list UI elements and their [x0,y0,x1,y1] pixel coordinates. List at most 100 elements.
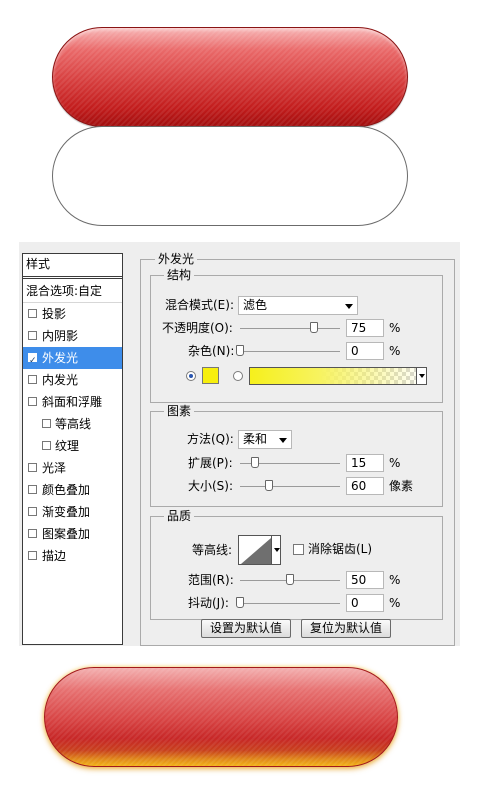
technique-select[interactable]: 柔和 [238,430,292,449]
style-item-color-overlay[interactable]: 颜色叠加 [23,479,122,501]
gradient-dropdown-button[interactable] [416,367,427,385]
anti-alias-checkbox[interactable] [293,544,304,555]
spread-input[interactable]: 15 [346,454,384,472]
bevel-emboss-checkbox[interactable] [28,397,37,406]
style-item-stroke[interactable]: 描边 [23,545,122,567]
color-overlay-checkbox[interactable] [28,485,37,494]
red-pill-button-top [52,27,408,127]
blend-mode-label: 混合模式(E): [165,298,234,312]
contour-checkbox[interactable] [42,419,51,428]
blending-options-item[interactable]: 混合选项:自定 [23,280,122,303]
chevron-down-icon [279,438,287,443]
satin-checkbox[interactable] [28,463,37,472]
range-slider-thumb[interactable] [286,574,294,585]
style-item-label: 内阴影 [42,329,79,343]
technique-label: 方法(Q): [187,432,234,446]
size-input[interactable]: 60 [346,477,384,495]
styles-list-panel: 样式 混合选项:自定 投影 内阴影 外发光 内发光 斜面和浮雕 等高线 纹理 [22,253,123,645]
gradient-overlay-checkbox[interactable] [28,507,37,516]
style-item-outer-glow[interactable]: 外发光 [23,347,122,372]
noise-unit: % [389,344,401,358]
structure-group: 结构 混合模式(E): 滤色 不透明度(O): 75 % 杂色(N): 0 % [150,268,443,403]
gradient-radio[interactable] [233,371,243,381]
inner-glow-checkbox[interactable] [28,375,37,384]
technique-value: 柔和 [243,432,268,446]
style-item-label: 渐变叠加 [42,505,91,519]
noise-label: 杂色(N): [188,344,235,358]
elements-title: 图素 [164,404,195,418]
style-item-label: 描边 [42,549,67,563]
style-item-label: 投影 [42,307,67,321]
style-item-texture[interactable]: 纹理 [23,435,122,457]
contour-preview-icon [241,538,271,564]
style-item-label: 颜色叠加 [42,483,91,497]
style-item-label: 内发光 [42,373,79,387]
style-item-label: 等高线 [55,417,92,431]
opacity-unit: % [389,321,401,335]
structure-title: 结构 [164,268,195,282]
red-pill-button-glow [44,667,398,767]
style-item-gradient-overlay[interactable]: 渐变叠加 [23,501,122,523]
outer-glow-checkbox[interactable] [28,350,37,372]
spread-unit: % [389,456,401,470]
style-item-pattern-overlay[interactable]: 图案叠加 [23,523,122,545]
blend-mode-value: 滤色 [243,298,268,312]
elements-group: 图素 方法(Q): 柔和 扩展(P): 15 % 大小(S): 60 像素 [150,404,443,507]
reset-default-button[interactable]: 复位为默认值 [301,619,391,638]
jitter-label: 抖动(J): [188,596,229,610]
size-unit: 像素 [389,479,414,493]
style-item-inner-shadow[interactable]: 内阴影 [23,325,122,347]
range-unit: % [389,573,401,587]
make-default-button[interactable]: 设置为默认值 [201,619,291,638]
chevron-down-icon [345,304,353,309]
jitter-unit: % [389,596,401,610]
solid-color-radio[interactable] [186,371,196,381]
style-item-bevel-emboss[interactable]: 斜面和浮雕 [23,391,122,413]
pill-outline-shape [52,126,408,226]
style-item-drop-shadow[interactable]: 投影 [23,303,122,325]
range-label: 范围(R): [188,573,234,587]
glow-gradient-picker[interactable] [249,367,426,385]
style-item-label: 纹理 [55,439,80,453]
noise-input[interactable]: 0 [346,342,384,360]
jitter-slider-track[interactable] [240,603,340,604]
styles-header[interactable]: 样式 [23,254,122,279]
style-item-satin[interactable]: 光泽 [23,457,122,479]
opacity-slider-thumb[interactable] [310,322,318,333]
size-slider-thumb[interactable] [265,480,273,491]
quality-title: 品质 [164,509,195,523]
style-item-inner-glow[interactable]: 内发光 [23,369,122,391]
range-input[interactable]: 50 [346,571,384,589]
contour-label: 等高线: [192,543,233,557]
blend-mode-select[interactable]: 滤色 [238,296,358,315]
spread-slider-thumb[interactable] [251,457,259,468]
jitter-slider-thumb[interactable] [236,597,244,608]
style-item-contour[interactable]: 等高线 [23,413,122,435]
outer-glow-title: 外发光 [155,252,198,266]
style-item-label: 图案叠加 [42,527,91,541]
texture-checkbox[interactable] [42,441,51,450]
layer-style-dialog: 样式 混合选项:自定 投影 内阴影 外发光 内发光 斜面和浮雕 等高线 纹理 [19,242,460,646]
quality-group: 品质 等高线: 消除锯齿(L) 范围(R): 50 % 抖动(J): 0 % [150,509,443,620]
noise-slider-thumb[interactable] [236,345,244,356]
spread-label: 扩展(P): [188,456,233,470]
jitter-input[interactable]: 0 [346,594,384,612]
noise-slider-track[interactable] [240,351,340,352]
style-item-label: 光泽 [42,461,67,475]
opacity-slider-track[interactable] [240,328,340,329]
stroke-checkbox[interactable] [28,551,37,560]
style-item-label: 外发光 [42,351,79,365]
inner-shadow-checkbox[interactable] [28,331,37,340]
outer-glow-group: 外发光 结构 混合模式(E): 滤色 不透明度(O): 75 % 杂色(N): … [140,252,455,646]
size-slider-track[interactable] [240,486,340,487]
contour-picker[interactable] [238,535,272,565]
opacity-input[interactable]: 75 [346,319,384,337]
pattern-overlay-checkbox[interactable] [28,529,37,538]
opacity-label: 不透明度(O): [162,321,233,335]
glow-color-swatch[interactable] [202,367,219,384]
contour-dropdown-button[interactable] [271,535,281,565]
drop-shadow-checkbox[interactable] [28,309,37,318]
size-label: 大小(S): [188,479,234,493]
anti-alias-label: 消除锯齿(L) [308,542,373,556]
style-item-label: 斜面和浮雕 [42,395,103,409]
